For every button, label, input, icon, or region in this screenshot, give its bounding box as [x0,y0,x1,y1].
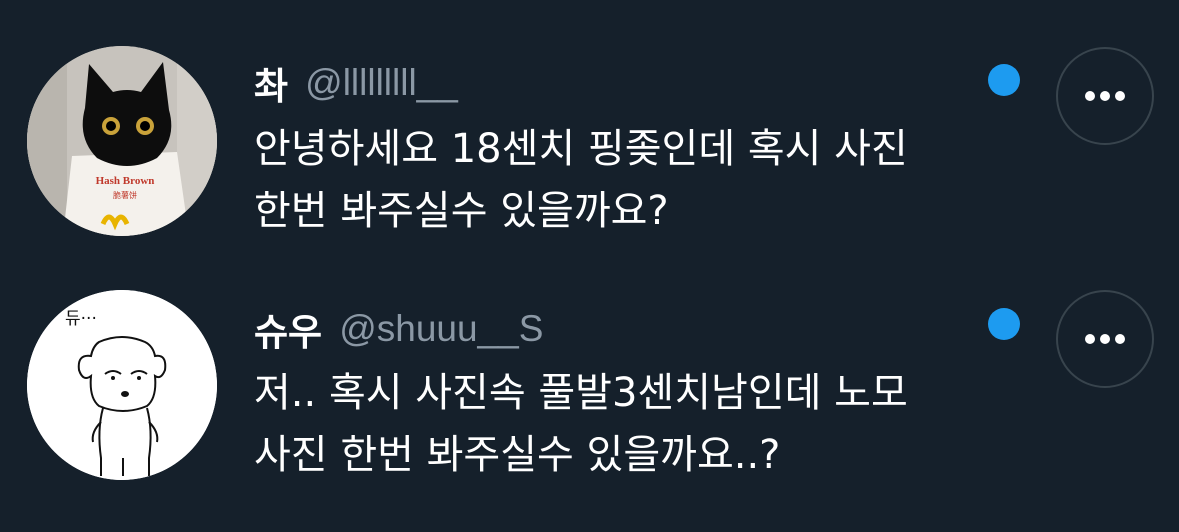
message-line: 한번 봐주실수 있을까요? [254,188,669,234]
bag-subtext: 脆薯饼 [113,190,137,200]
unread-indicator [988,64,1020,96]
message-text: 저.. 혹시 사진속 풀발3센치남인데 노모 사진 한번 봐주실수 있을까요..… [254,362,1054,486]
user-handle[interactable]: @shuuu__S [339,308,543,349]
message-line: 안녕하세요 18센치 핑좆인데 혹시 사진 [254,126,908,172]
avatar[interactable]: 듀··· [27,290,217,480]
more-options-button[interactable] [1056,47,1154,145]
dog-avatar-icon: 듀··· [27,290,217,480]
message-line: 저.. 혹시 사진속 풀발3센치남인데 노모 [254,370,908,416]
message-text: 안녕하세요 18센치 핑좆인데 혹시 사진 한번 봐주실수 있을까요? [254,118,1054,242]
more-icon [1085,91,1125,101]
avatar-caption: 듀··· [65,309,97,329]
message-row[interactable]: Hash Brown 脆薯饼 촤 @lllllllll__ 안녕하세요 18센치… [0,0,1179,250]
display-name[interactable]: 촤 [254,65,288,108]
cat-avatar-icon: Hash Brown 脆薯饼 [27,46,217,236]
more-options-button[interactable] [1056,290,1154,388]
message-line: 사진 한번 봐주실수 있을까요..? [254,432,781,478]
unread-indicator [988,308,1020,340]
message-row[interactable]: 듀··· 슈우 @shuuu__S 저.. 혹시 사진속 풀발3센치남인데 노모… [0,262,1179,512]
message-header: 슈우 @shuuu__S [254,302,543,354]
bag-text: Hash Brown [96,175,155,187]
message-header: 촤 @lllllllll__ [254,56,458,108]
display-name[interactable]: 슈우 [254,311,322,354]
user-handle[interactable]: @lllllllll__ [305,62,458,103]
more-icon [1085,334,1125,344]
avatar[interactable]: Hash Brown 脆薯饼 [27,46,217,236]
